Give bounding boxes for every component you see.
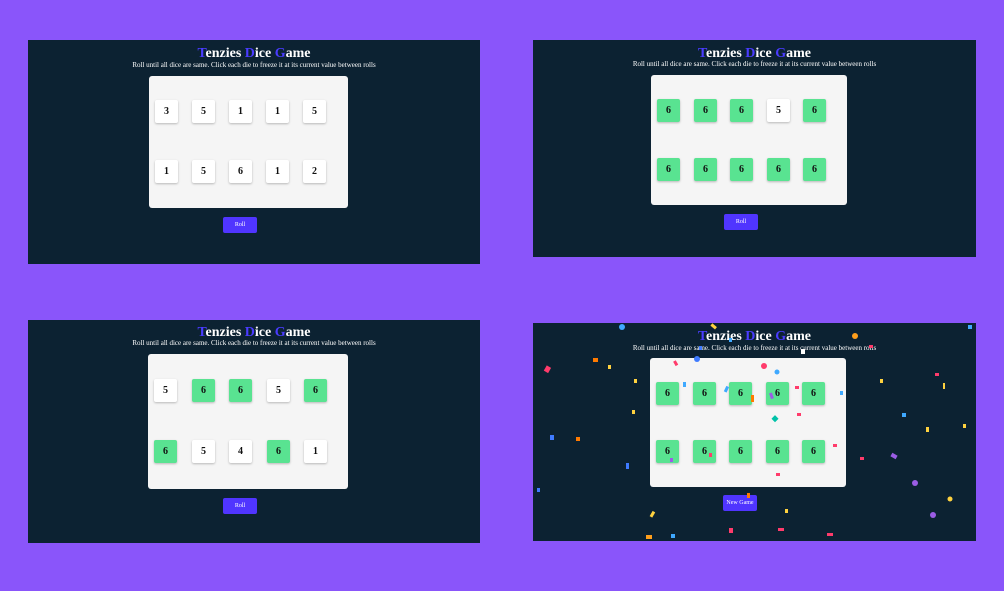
die[interactable]: 6 xyxy=(229,379,252,402)
title-word: ame xyxy=(285,46,311,61)
title-word: ice xyxy=(254,46,275,61)
title-initial-t: T xyxy=(197,325,206,340)
title-initial-t: T xyxy=(697,329,707,344)
die[interactable]: 6 xyxy=(656,382,679,405)
die[interactable]: 5 xyxy=(303,100,326,123)
die[interactable]: 1 xyxy=(155,160,178,183)
game-screen-1: Tenzies Dice Game Roll until all dice ar… xyxy=(28,40,480,264)
title-word: ice xyxy=(254,325,275,340)
die[interactable]: 3 xyxy=(155,100,178,123)
title-initial-d: D xyxy=(244,325,255,340)
title-initial-t: T xyxy=(197,46,206,61)
title-word: enzies xyxy=(706,329,746,344)
die[interactable]: 6 xyxy=(802,382,825,405)
die[interactable]: 6 xyxy=(766,382,789,405)
die[interactable]: 5 xyxy=(192,160,215,183)
title-initial-g: G xyxy=(274,325,286,340)
die[interactable]: 6 xyxy=(657,158,680,181)
die[interactable]: 4 xyxy=(229,440,252,463)
title-initial-g: G xyxy=(274,46,286,61)
new-game-button[interactable]: New Game xyxy=(723,495,757,511)
title-word: ame xyxy=(786,46,812,61)
die[interactable]: 6 xyxy=(657,99,680,122)
title-word: ame xyxy=(285,325,311,340)
die[interactable]: 6 xyxy=(803,158,826,181)
die[interactable]: 6 xyxy=(767,158,790,181)
die[interactable]: 6 xyxy=(694,158,717,181)
die[interactable]: 6 xyxy=(192,379,215,402)
die[interactable]: 6 xyxy=(729,440,752,463)
game-screen-3: Tenzies Dice Game Roll until all dice ar… xyxy=(28,320,480,543)
die[interactable]: 1 xyxy=(266,160,289,183)
instructions: Roll until all dice are same. Click each… xyxy=(132,61,376,69)
die[interactable]: 1 xyxy=(266,100,289,123)
title-word: enzies xyxy=(205,325,245,340)
die[interactable]: 6 xyxy=(154,440,177,463)
title-initial-d: D xyxy=(745,329,756,344)
game-title: Tenzies Dice Game xyxy=(28,46,480,62)
title-initial-t: T xyxy=(697,46,707,61)
die[interactable]: 5 xyxy=(192,100,215,123)
die[interactable]: 2 xyxy=(303,160,326,183)
die[interactable]: 6 xyxy=(730,99,753,122)
die[interactable]: 5 xyxy=(154,379,177,402)
die[interactable]: 5 xyxy=(192,440,215,463)
die[interactable]: 6 xyxy=(730,158,753,181)
roll-button[interactable]: Roll xyxy=(724,214,758,230)
die[interactable]: 6 xyxy=(693,382,716,405)
instructions: Roll until all dice are same. Click each… xyxy=(132,339,376,347)
title-initial-g: G xyxy=(775,46,787,61)
game-title: Tenzies Dice Game xyxy=(533,329,976,345)
title-initial-g: G xyxy=(775,329,787,344)
die[interactable]: 6 xyxy=(304,379,327,402)
dice-board: 3 5 1 1 5 1 5 6 1 2 xyxy=(149,76,348,208)
die[interactable]: 6 xyxy=(803,99,826,122)
title-word: enzies xyxy=(706,46,746,61)
die[interactable]: 5 xyxy=(267,379,290,402)
instructions: Roll until all dice are same. Click each… xyxy=(632,60,877,68)
die[interactable]: 6 xyxy=(694,99,717,122)
title-word: ice xyxy=(755,329,776,344)
dice-board: 5 6 6 5 6 6 5 4 6 1 xyxy=(148,354,348,489)
title-word: enzies xyxy=(205,46,245,61)
game-screen-4: Tenzies Dice Game Roll until all dice ar… xyxy=(533,323,976,541)
die[interactable]: 5 xyxy=(767,99,790,122)
die[interactable]: 6 xyxy=(729,382,752,405)
game-screen-2: Tenzies Dice Game Roll until all dice ar… xyxy=(533,40,976,257)
die[interactable]: 6 xyxy=(267,440,290,463)
die[interactable]: 1 xyxy=(304,440,327,463)
die[interactable]: 6 xyxy=(693,440,716,463)
instructions: Roll until all dice are same. Click each… xyxy=(632,344,877,352)
title-initial-d: D xyxy=(244,46,255,61)
die[interactable]: 6 xyxy=(229,160,252,183)
title-word: ice xyxy=(755,46,776,61)
dice-board: 6 6 6 6 6 6 6 6 6 6 xyxy=(650,358,846,487)
title-word: ame xyxy=(786,329,812,344)
die[interactable]: 6 xyxy=(802,440,825,463)
die[interactable]: 1 xyxy=(229,100,252,123)
roll-button[interactable]: Roll xyxy=(223,217,257,233)
roll-button[interactable]: Roll xyxy=(223,498,257,514)
dice-board: 6 6 6 5 6 6 6 6 6 6 xyxy=(651,75,847,205)
die[interactable]: 6 xyxy=(766,440,789,463)
title-initial-d: D xyxy=(745,46,756,61)
die[interactable]: 6 xyxy=(656,440,679,463)
